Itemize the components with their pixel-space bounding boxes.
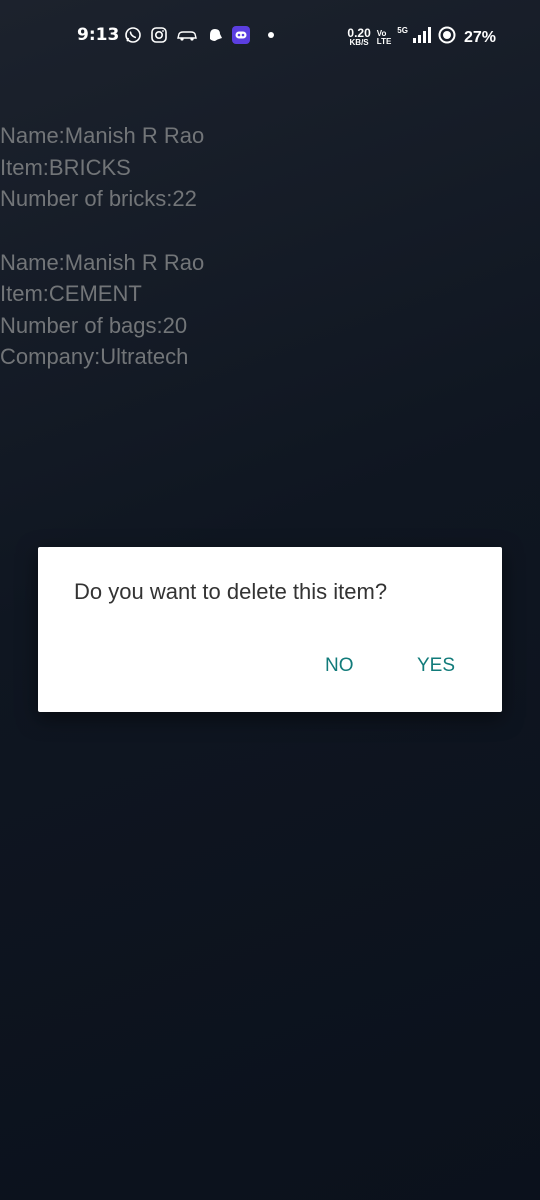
item-name: Name:Manish R Rao: [0, 123, 205, 148]
item-quantity: Number of bags:20: [0, 312, 188, 338]
delete-confirm-dialog: Do you want to delete this item? NO YES: [38, 547, 502, 712]
item-company: Company:Ultratech: [0, 344, 189, 369]
volte-bottom-label: LTE: [376, 36, 392, 46]
ghost-icon: [206, 26, 224, 44]
item-quantity: Number of bricks:22: [0, 186, 197, 211]
network-speed-value: 0.20: [347, 25, 371, 40]
item-list: Name:Manish R Rao Item:BRICKS Number of …: [0, 120, 204, 373]
battery-saver-icon: [438, 26, 456, 49]
status-time: 9:13: [77, 25, 120, 45]
network-speed-unit: KB/S: [349, 37, 369, 47]
list-item[interactable]: Name:Manish R Rao Item:BRICKS Number of …: [0, 120, 204, 215]
whatsapp-icon: [124, 26, 142, 44]
item-type: Item:BRICKS: [0, 154, 131, 180]
item-type: Item:CEMENT: [0, 281, 142, 306]
volte-indicator: Vo LTE: [376, 29, 392, 46]
app-badge-icon: [232, 26, 250, 44]
notification-icons: [124, 26, 274, 44]
item-name: Name:Manish R Rao: [0, 249, 205, 275]
network-type-label: 5G: [397, 26, 408, 35]
list-item[interactable]: Name:Manish R Rao Item:CEMENT Number of …: [0, 247, 204, 373]
battery-percent: 27%: [463, 28, 496, 46]
dialog-message: Do you want to delete this item?: [74, 579, 388, 604]
car-icon: [176, 28, 198, 42]
instagram-icon: [150, 26, 168, 44]
signal-icon: [412, 27, 432, 48]
no-button[interactable]: NO: [325, 655, 354, 677]
system-icons: 0.20 KB/S Vo LTE 5G 27%: [347, 26, 496, 49]
yes-button[interactable]: YES: [417, 655, 455, 677]
status-bar: 9:13 0.20 KB/S Vo LTE 5G 27%: [0, 0, 540, 72]
more-notifications-dot-icon: [268, 32, 274, 38]
network-speed: 0.20 KB/S: [347, 25, 371, 47]
